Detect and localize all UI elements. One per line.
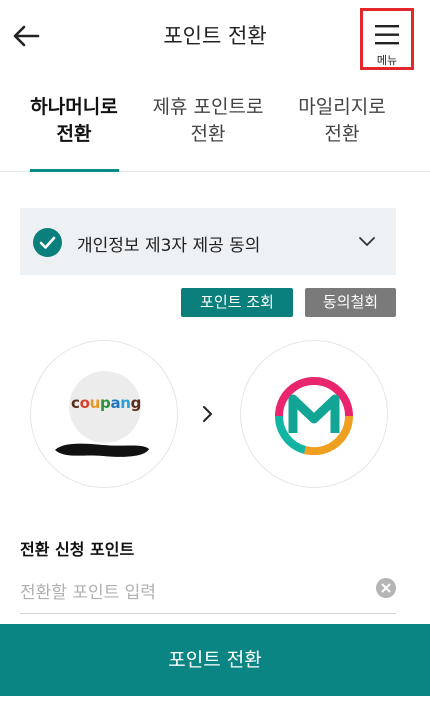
- target-mpoint-card: [240, 340, 388, 488]
- tab-hanamoney[interactable]: 하나머니로 전환: [14, 94, 134, 148]
- source-partner-card[interactable]: coupang: [30, 340, 178, 488]
- convert-points-button[interactable]: 포인트 전환: [0, 624, 430, 696]
- m-point-logo-icon: [275, 377, 353, 455]
- tab-partner-points[interactable]: 제휴 포인트로 전환: [148, 94, 268, 148]
- hamburger-menu-icon: [375, 25, 399, 45]
- input-section-title: 전환 신청 포인트: [20, 540, 135, 559]
- active-tab-indicator: [30, 169, 119, 172]
- tab-mileage[interactable]: 마일리지로 전환: [282, 94, 402, 148]
- tab-label-line2: 전환: [324, 123, 360, 145]
- redacted-points-value: [55, 443, 149, 457]
- conversion-tabs: 하나머니로 전환 제휴 포인트로 전환 마일리지로 전환: [0, 82, 430, 172]
- consent-label: 개인정보 제3자 제공 동의: [77, 236, 261, 256]
- tab-label-line1: 제휴 포인트로: [152, 96, 264, 118]
- tab-label-line2: 전환: [190, 123, 226, 145]
- consent-accordion[interactable]: 개인정보 제3자 제공 동의: [20, 208, 396, 275]
- chevron-down-icon[interactable]: [358, 234, 376, 248]
- clear-circle-icon[interactable]: [376, 578, 396, 598]
- point-lookup-button[interactable]: 포인트 조회: [181, 288, 293, 317]
- menu-label: 메뉴: [376, 54, 398, 67]
- menu-button[interactable]: 메뉴: [360, 8, 414, 70]
- consent-withdraw-button[interactable]: 동의철회: [305, 288, 396, 317]
- chevron-right-icon: [203, 406, 212, 422]
- tab-label-line1: 하나머니로: [30, 96, 118, 118]
- app-header: 포인트 전환 메뉴: [0, 0, 430, 72]
- tab-label-line2: 전환: [56, 123, 92, 145]
- coupang-logo: coupang: [71, 394, 142, 412]
- check-circle-icon[interactable]: [33, 228, 62, 257]
- tab-label-line1: 마일리지로: [298, 96, 386, 118]
- conversion-points-input[interactable]: [20, 572, 396, 614]
